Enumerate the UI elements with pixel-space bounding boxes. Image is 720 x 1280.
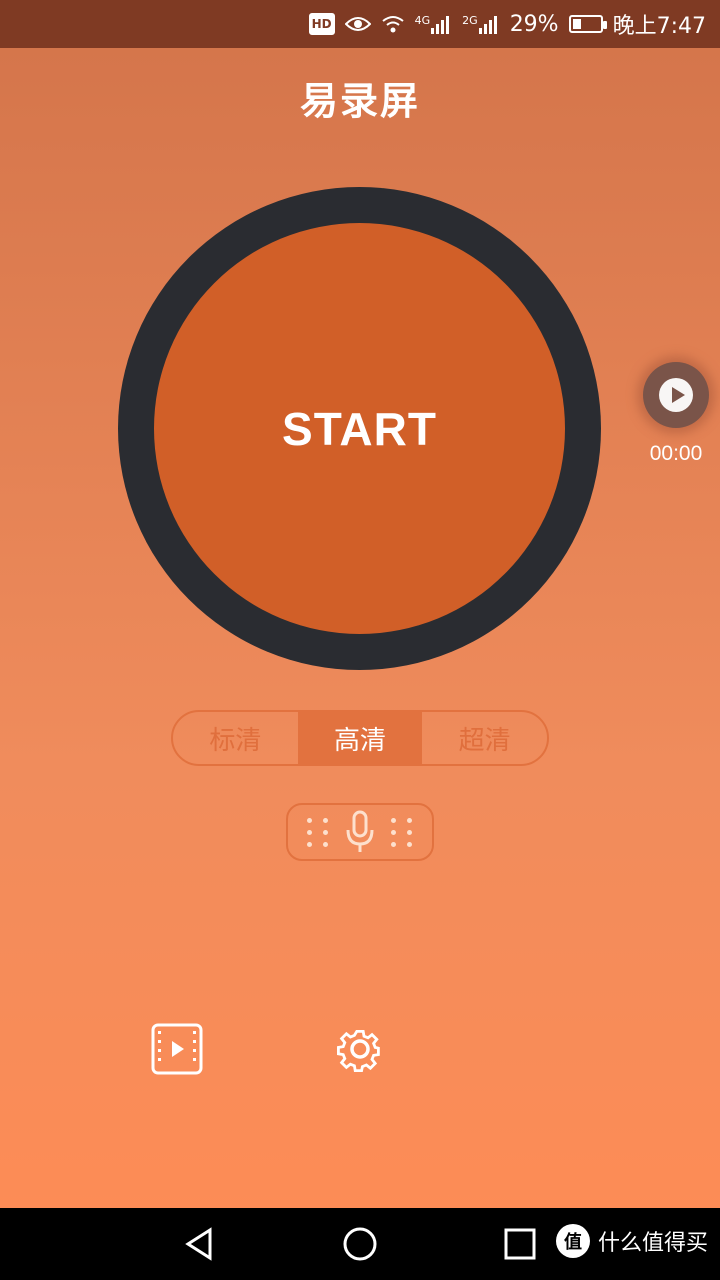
video-list-icon	[151, 1023, 203, 1075]
gear-icon	[336, 1029, 380, 1073]
record-timer: 00:00	[649, 442, 703, 465]
recents-icon	[504, 1228, 536, 1260]
app-title: 易录屏	[299, 79, 420, 123]
settings-button[interactable]	[333, 1022, 387, 1076]
wifi-icon	[381, 14, 405, 34]
screen: HD 4G 2G 29% 晚上7:47 易录屏 START 00:00 标清 高…	[0, 0, 720, 1280]
home-icon	[343, 1227, 377, 1261]
eye-icon	[344, 14, 371, 34]
back-icon	[185, 1227, 212, 1261]
battery-percent: 29%	[509, 11, 559, 37]
hd-icon: HD	[308, 13, 335, 35]
start-record-button[interactable]: START	[154, 223, 565, 634]
microphone-icon	[346, 810, 374, 852]
recents-button[interactable]	[502, 1226, 538, 1262]
play-button[interactable]	[643, 362, 709, 428]
video-list-button[interactable]	[150, 1022, 204, 1076]
clock: 晚上7:47	[612, 14, 706, 39]
microphone-toggle[interactable]	[286, 803, 434, 861]
quality-option-sd[interactable]: 标清	[173, 712, 298, 764]
watermark-badge: 值	[555, 1224, 590, 1258]
navigation-bar: 值 什么值得买	[0, 1208, 720, 1280]
signal-4g-icon: 4G	[415, 14, 453, 34]
home-button[interactable]	[342, 1226, 378, 1262]
signal-2g-icon: 2G	[462, 14, 500, 34]
status-bar: HD 4G 2G 29% 晚上7:47	[0, 0, 720, 48]
record-button-ring[interactable]: START	[118, 187, 601, 670]
play-icon	[659, 378, 693, 412]
back-button[interactable]	[182, 1226, 218, 1262]
watermark-text: 什么值得买	[597, 1231, 708, 1256]
quality-selector: 标清 高清 超清	[171, 710, 549, 766]
left-dots	[307, 817, 329, 847]
quality-option-hd[interactable]: 高清	[297, 712, 423, 764]
right-dots	[391, 817, 413, 847]
watermark: 值 什么值得买	[555, 1224, 708, 1258]
battery-icon	[568, 15, 607, 33]
quality-option-uhd[interactable]: 超清	[422, 712, 547, 764]
